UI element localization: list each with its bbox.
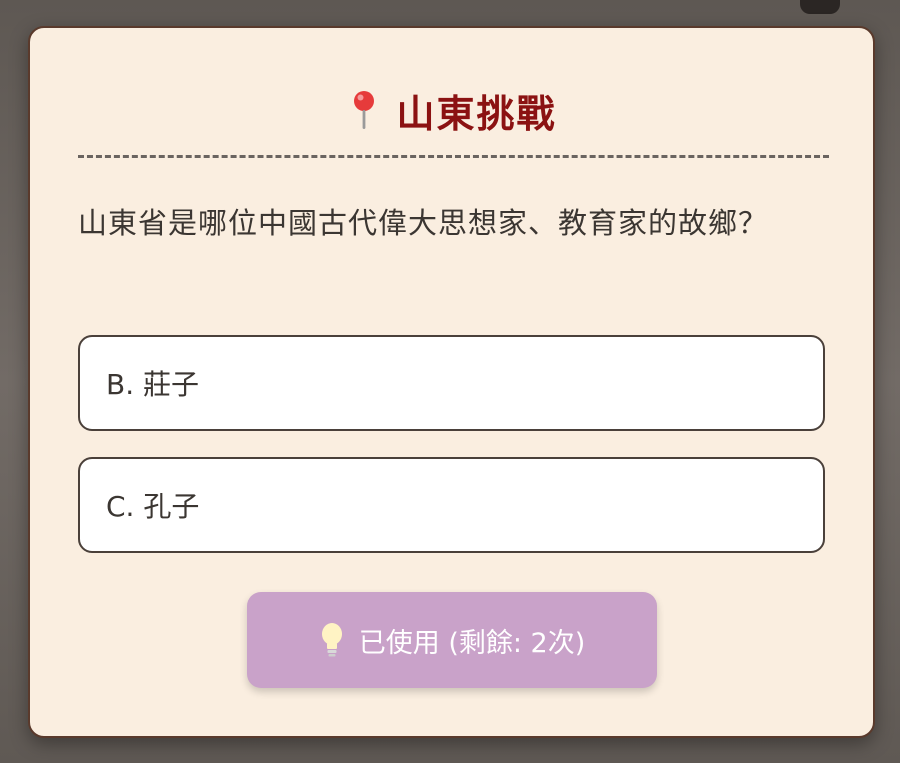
answer-option-label: B. 莊子 <box>106 368 200 401</box>
hint-button[interactable]: 已使用 (剩餘: 2次) <box>247 592 657 688</box>
modal-header: 山東挑戰 <box>78 80 829 140</box>
map-pin-icon <box>354 91 375 129</box>
modal-title: 山東挑戰 <box>396 91 557 136</box>
question-text: 山東省是哪位中國古代偉大思想家、教育家的故鄉？ <box>78 206 769 240</box>
answer-option-b[interactable]: B. 莊子 <box>78 335 825 431</box>
hint-button-label: 已使用 (剩餘: 2次) <box>358 627 586 659</box>
lightbulb-icon <box>321 623 342 657</box>
answer-option-c[interactable]: C. 孔子 <box>78 457 825 553</box>
answer-option-label: C. 孔子 <box>106 490 200 523</box>
challenge-modal: 山東挑戰 山東省是哪位中國古代偉大思想家、教育家的故鄉？ B. 莊子 C. 孔子… <box>28 26 875 738</box>
background-decoration <box>800 0 840 14</box>
dashed-divider <box>78 155 829 158</box>
